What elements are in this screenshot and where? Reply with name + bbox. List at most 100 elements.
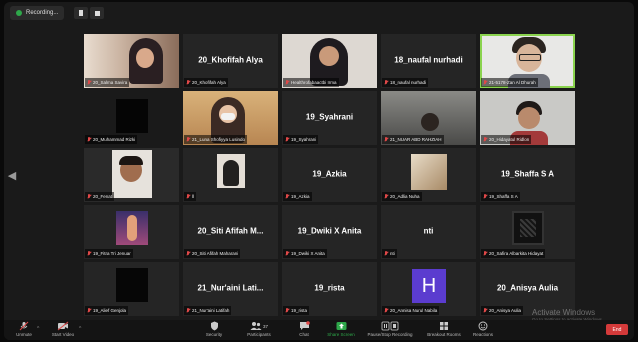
muted-mic-icon: [186, 251, 190, 256]
recording-indicator: Recording...: [10, 6, 65, 20]
breakout-rooms-icon: [439, 321, 449, 331]
participant-name: 20_Anisya Aulia: [496, 283, 559, 293]
smiley-plus-icon: [478, 321, 488, 331]
recording-dot-icon: [16, 10, 22, 16]
participant-name: 20_Siti Afifah M...: [197, 226, 264, 236]
start-video-button[interactable]: Start Video: [48, 321, 78, 339]
participant-mask: [221, 113, 235, 120]
video-feed-dark: [116, 99, 148, 133]
participant-name-label: 20_Adlia Nuha: [382, 192, 422, 201]
top-bar: Recording...: [4, 2, 634, 24]
participant-name-label: nti: [382, 249, 397, 258]
participant-name-label: 20_Khofifah Alya: [184, 78, 228, 87]
muted-mic-icon: [483, 80, 487, 85]
meeting-toolbar: Unmute ^ Start Video ^ Security 37 Parti…: [4, 320, 634, 340]
video-feed-dark: [116, 268, 148, 302]
muted-mic-icon: [483, 308, 487, 313]
participant-name: 21_Nur'aini Lati...: [197, 283, 264, 293]
participant-name-label: 20_Safira Albarkita Hidayat: [481, 249, 546, 258]
shield-icon: [210, 321, 219, 331]
avatar: H: [412, 269, 446, 303]
participant-name-label: 19_Shaffa S A: [481, 192, 520, 201]
participants-icon: [250, 322, 262, 330]
unmute-button[interactable]: Unmute: [12, 321, 36, 339]
participant-tile[interactable]: 20_Safira Albarkita Hidayat: [480, 205, 575, 259]
participant-tile[interactable]: 20_Adlia Nuha: [381, 148, 476, 202]
participant-tile[interactable]: 20_Khofifah Alya 20_Khofifah Alya: [183, 34, 278, 88]
participant-name-label: ll: [184, 192, 196, 201]
muted-mic-icon: [186, 194, 190, 199]
participant-tile[interactable]: 19_Dwiki X Anita 19_Dwiki X Anita: [282, 205, 377, 259]
participant-name: 19_Shaffa S A: [500, 169, 555, 179]
breakout-rooms-button[interactable]: Breakout Rooms: [424, 321, 464, 339]
participant-tile[interactable]: 21_Luna Shofiyya Lusindo: [183, 91, 278, 145]
muted-mic-icon: [87, 308, 91, 313]
share-screen-button[interactable]: Share Screen: [326, 321, 356, 339]
participant-name-label: 21_Luna Shofiyya Lusindo: [184, 135, 248, 144]
muted-mic-icon: [87, 194, 91, 199]
participant-name-label: 19_Fitra Tri Jenuar: [85, 249, 133, 258]
participant-face: [518, 107, 540, 129]
stop-recording-button[interactable]: [90, 7, 104, 19]
participant-name-label: 20_Anisya Aulia: [481, 306, 524, 315]
participant-tile-active-speaker[interactable]: 21-5178-Zan Al Dhurah: [480, 34, 575, 88]
muted-mic-icon: [186, 137, 190, 142]
muted-mic-icon: [384, 137, 388, 142]
participant-tile[interactable]: 20_Muhammad Rizki: [84, 91, 179, 145]
participant-tile[interactable]: 19_Syahrani 19_Syahrani: [282, 91, 377, 145]
participant-tile[interactable]: 21_Nur'aini Lati... 21_Nur'aini Latifah: [183, 262, 278, 316]
participant-name-label: 19_Syahrani: [283, 135, 319, 144]
participant-name-label: 20_Hidayatul Ridlon: [481, 135, 532, 144]
participant-name-label: 19_Dwiki X Anita: [283, 249, 327, 258]
muted-mic-icon: [87, 251, 91, 256]
participant-name: 20_Khofifah Alya: [198, 55, 263, 65]
participant-silhouette: [223, 160, 239, 186]
participant-glasses: [519, 54, 541, 61]
pause-stop-icon: [381, 321, 399, 331]
muted-mic-icon: [285, 308, 289, 313]
participant-tile[interactable]: 20_Siti Afifah M... 20_Siti Afifah Mahar…: [183, 205, 278, 259]
muted-mic-icon: [384, 308, 388, 313]
muted-mic-icon: [19, 321, 29, 331]
security-button[interactable]: Security: [202, 321, 226, 339]
reactions-button[interactable]: Reactions: [470, 321, 496, 339]
participant-gallery: 20_Salma Savira 20_Khofifah Alya 20_Khof…: [84, 34, 578, 319]
participant-name-label: Healthrofabaactbi Irma: [283, 78, 339, 87]
participant-tile[interactable]: 21_NUAR ABD RAHZIAH: [381, 91, 476, 145]
participant-tile[interactable]: nti nti: [381, 205, 476, 259]
participant-tile[interactable]: 19_Alief Genjola: [84, 262, 179, 316]
video-options-chevron-icon[interactable]: ^: [79, 326, 81, 332]
participant-tile[interactable]: 19_rista 19_rista: [282, 262, 377, 316]
participant-tile[interactable]: 18_naufal nurhadi 18_naufal nurhadi: [381, 34, 476, 88]
participant-name-label: 21-5178-Zan Al Dhurah: [481, 78, 538, 87]
participant-name-label: 18_naufal nurhadi: [382, 78, 429, 87]
participant-silhouette: [127, 215, 137, 241]
participant-tile[interactable]: 19_Shaffa S A 19_Shaffa S A: [480, 148, 575, 202]
participant-head: [421, 113, 439, 131]
participant-tile[interactable]: 20_Fenat: [84, 148, 179, 202]
participant-tile[interactable]: 19_Azkia 19_Azkia: [282, 148, 377, 202]
participant-tile[interactable]: H 20_Annisa Nurul Nabila: [381, 262, 476, 316]
participant-tile[interactable]: Healthrofabaactbi Irma: [282, 34, 377, 88]
muted-mic-icon: [384, 251, 388, 256]
muted-mic-icon: [285, 194, 289, 199]
participant-name: 18_naufal nurhadi: [394, 55, 463, 65]
participant-name-label: 20_Salma Savira: [85, 78, 130, 87]
muted-mic-icon: [483, 194, 487, 199]
participant-tile[interactable]: 19_Fitra Tri Jenuar: [84, 205, 179, 259]
participants-button[interactable]: 37 Participants: [244, 321, 274, 339]
end-meeting-button[interactable]: End: [606, 324, 628, 335]
muted-mic-icon: [285, 137, 289, 142]
participant-face: [319, 46, 339, 66]
participant-name: 19_Syahrani: [305, 112, 354, 122]
pause-recording-button[interactable]: [74, 7, 88, 19]
participant-tile[interactable]: 20_Salma Savira: [84, 34, 179, 88]
pause-stop-recording-button[interactable]: Pause/Stop Recording: [367, 321, 413, 339]
previous-page-arrow-icon[interactable]: ◀: [6, 162, 18, 188]
chat-button[interactable]: Chat: [294, 321, 314, 339]
unmute-options-chevron-icon[interactable]: ^: [37, 326, 39, 332]
participant-name: nti: [423, 226, 434, 236]
participant-tile[interactable]: ll: [183, 148, 278, 202]
participant-tile[interactable]: 20_Hidayatul Ridlon: [480, 91, 575, 145]
participant-name-label: 21_Nur'aini Latifah: [184, 306, 232, 315]
